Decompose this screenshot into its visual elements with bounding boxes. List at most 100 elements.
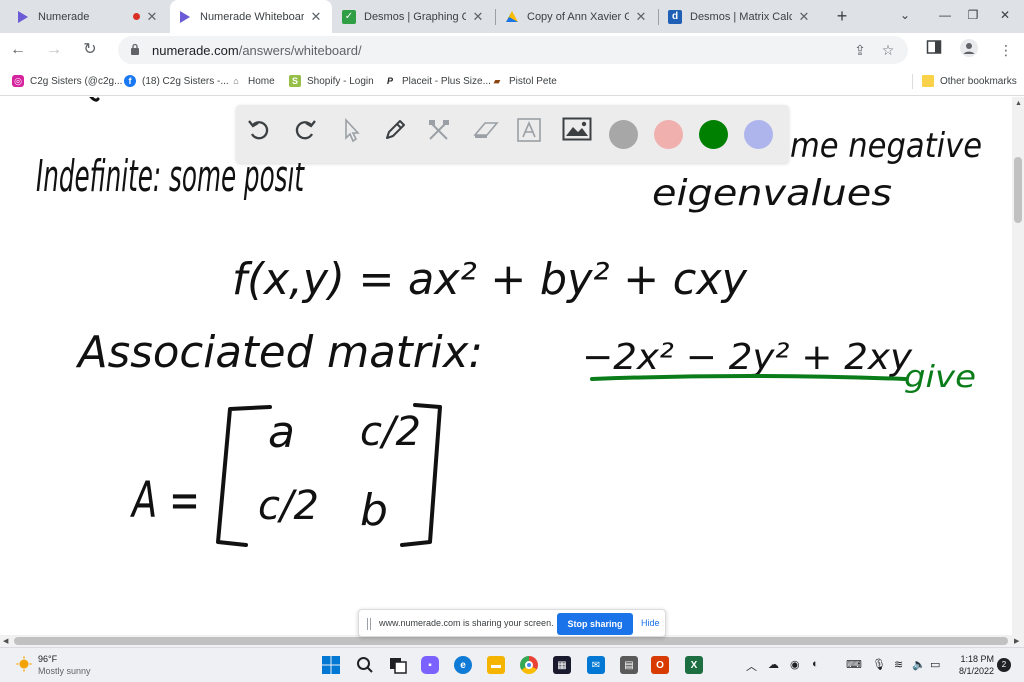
placeit-icon: P: [386, 76, 393, 86]
bookmark-star-icon[interactable]: ☆: [878, 40, 898, 60]
bookmark-label: Home: [248, 75, 275, 87]
teams-chat-icon[interactable]: ▪: [421, 656, 439, 674]
bookmarks-separator: [912, 74, 913, 89]
pistol-icon: ▰: [493, 75, 501, 86]
ink-remnant: [89, 97, 100, 102]
shapes-icon[interactable]: [426, 117, 460, 151]
instagram-icon: ◎: [12, 75, 24, 87]
close-tab-icon[interactable]: ✕: [796, 9, 812, 25]
tab-strip: Numerade ✕ Numerade Whiteboard ✕ ✓ Desmo…: [0, 0, 1024, 33]
tab-search-chevron-icon[interactable]: ⌄: [885, 0, 925, 30]
scroll-up-arrow-icon[interactable]: ▲: [1015, 100, 1022, 107]
hide-banner-button[interactable]: Hide: [641, 618, 660, 628]
mail-icon[interactable]: ✉: [587, 656, 605, 674]
stop-sharing-button[interactable]: Stop sharing: [557, 613, 633, 635]
bookmark-pistol-pete[interactable]: ▰ Pistol Pete: [491, 73, 557, 89]
close-tab-icon[interactable]: ✕: [144, 9, 160, 25]
tray-overflow-chevron-icon[interactable]: ︿: [746, 658, 757, 674]
side-panel-icon[interactable]: [923, 39, 945, 61]
tray-app-icon[interactable]: ◐: [812, 658, 819, 670]
excel-icon[interactable]: X: [685, 656, 703, 674]
store-icon[interactable]: ▦: [553, 656, 571, 674]
scroll-left-arrow-icon[interactable]: ◀: [3, 637, 8, 645]
ink-matrix-name: A =: [130, 471, 200, 529]
lock-icon[interactable]: [130, 43, 140, 56]
ink-matrix-a21: c/2: [258, 483, 319, 529]
vertical-scroll-thumb[interactable]: [1014, 157, 1022, 223]
menu-kebab-icon[interactable]: ⋮: [995, 39, 1017, 61]
folder-icon: [922, 75, 934, 87]
tab-numerade-whiteboard[interactable]: Numerade Whiteboard ✕: [170, 0, 332, 33]
tab-title: Desmos | Matrix Calculator: [690, 10, 792, 23]
tab-numerade[interactable]: Numerade ✕: [8, 0, 168, 33]
reload-button[interactable]: ↻: [77, 37, 103, 63]
close-tab-icon[interactable]: ✕: [633, 9, 649, 25]
pen-icon[interactable]: [382, 117, 416, 151]
horizontal-scroll-thumb[interactable]: [14, 637, 1008, 645]
color-swatch-gray[interactable]: [609, 120, 638, 149]
tab-desmos-graphing[interactable]: ✓ Desmos | Graphing Calcula ✕: [334, 0, 494, 33]
bookmark-home[interactable]: ⌂ Home: [230, 73, 275, 89]
ink-matrix-a11: a: [268, 407, 295, 458]
profile-avatar-icon[interactable]: [958, 39, 980, 61]
eraser-icon[interactable]: [472, 117, 506, 151]
bookmark-placeit[interactable]: P Placeit - Plus Size...: [384, 73, 491, 89]
task-view-icon[interactable]: [389, 656, 407, 674]
close-window-button[interactable]: ✕: [985, 0, 1024, 30]
back-button[interactable]: ←: [5, 37, 31, 63]
select-icon[interactable]: [338, 117, 372, 151]
bookmark-shopify[interactable]: S Shopify - Login: [289, 73, 374, 89]
battery-icon[interactable]: ▭: [930, 658, 940, 671]
color-swatch-lavender[interactable]: [744, 120, 773, 149]
address-bar[interactable]: numerade.com/answers/whiteboard/ ⇪ ☆: [118, 36, 908, 64]
image-icon[interactable]: [562, 117, 596, 151]
close-tab-icon[interactable]: ✕: [308, 9, 324, 25]
bookmark-c2g-facebook[interactable]: f (18) C2g Sisters -...: [124, 73, 229, 89]
desmos-favicon-icon: ✓: [342, 9, 356, 24]
share-icon[interactable]: ⇪: [850, 40, 870, 60]
ink-example-polynomial: −2x² − 2y² + 2xy: [582, 337, 913, 378]
search-icon[interactable]: [356, 656, 374, 674]
microphone-icon[interactable]: 🎙: [872, 658, 886, 671]
bookmark-label: (18) C2g Sisters -...: [142, 75, 229, 87]
redo-icon[interactable]: [292, 117, 326, 151]
color-swatch-pink[interactable]: [654, 120, 683, 149]
whiteboard-canvas[interactable]: Indefinite: some posit me negative eigen…: [0, 97, 1012, 635]
weather-temperature[interactable]: 96°F: [38, 654, 57, 664]
keyboard-icon[interactable]: ⌨: [846, 658, 862, 671]
tab-desmos-matrix[interactable]: d Desmos | Matrix Calculator ✕: [660, 0, 820, 33]
bookmarks-bar: ◎ C2g Sisters (@c2g... f (18) C2g Sister…: [0, 66, 1024, 96]
tab-title: Numerade: [38, 10, 90, 23]
other-bookmarks[interactable]: Other bookmarks: [922, 73, 1017, 89]
calculator-icon[interactable]: ▤: [620, 656, 638, 674]
office-icon[interactable]: O: [651, 656, 669, 674]
close-tab-icon[interactable]: ✕: [470, 9, 486, 25]
vertical-scrollbar[interactable]: ▲: [1012, 97, 1024, 635]
url-path: /answers/whiteboard/: [238, 43, 362, 58]
tab-google-drive[interactable]: Copy of Ann Xavier Gante ✕: [497, 0, 657, 33]
new-tab-button[interactable]: +: [830, 4, 854, 28]
windows-taskbar: 96°F Mostly sunny ▪ e ▬ ▦ ✉ ▤ O X ︿ ☁ ◉ …: [0, 647, 1024, 682]
undo-icon[interactable]: [246, 117, 280, 151]
text-icon[interactable]: [516, 117, 550, 151]
edge-browser-icon[interactable]: e: [454, 656, 472, 674]
clock-date: 8/1/2022: [958, 666, 994, 676]
speaker-icon[interactable]: 🔈: [912, 658, 926, 671]
ink-line2: eigenvalues: [652, 173, 892, 214]
tab-separator: [658, 9, 659, 25]
tray-app-icon[interactable]: ◉: [790, 658, 800, 671]
notification-badge[interactable]: 2: [997, 658, 1011, 672]
system-clock[interactable]: 1:18 PM 8/1/2022: [956, 653, 994, 677]
chrome-icon[interactable]: [520, 656, 538, 674]
windows-start-icon[interactable]: [322, 656, 340, 674]
wifi-icon[interactable]: ≋: [894, 658, 903, 671]
weather-condition[interactable]: Mostly sunny: [38, 666, 91, 676]
sun-weather-icon[interactable]: [16, 656, 32, 672]
forward-button[interactable]: →: [41, 37, 67, 63]
color-swatch-green[interactable]: [699, 120, 728, 149]
scroll-right-arrow-icon[interactable]: ▶: [1014, 637, 1019, 645]
bookmark-c2g-instagram[interactable]: ◎ C2g Sisters (@c2g...: [12, 73, 122, 89]
tray-app-icon[interactable]: ☁: [768, 658, 779, 671]
file-explorer-icon[interactable]: ▬: [487, 656, 505, 674]
drag-handle-icon[interactable]: [367, 618, 371, 630]
